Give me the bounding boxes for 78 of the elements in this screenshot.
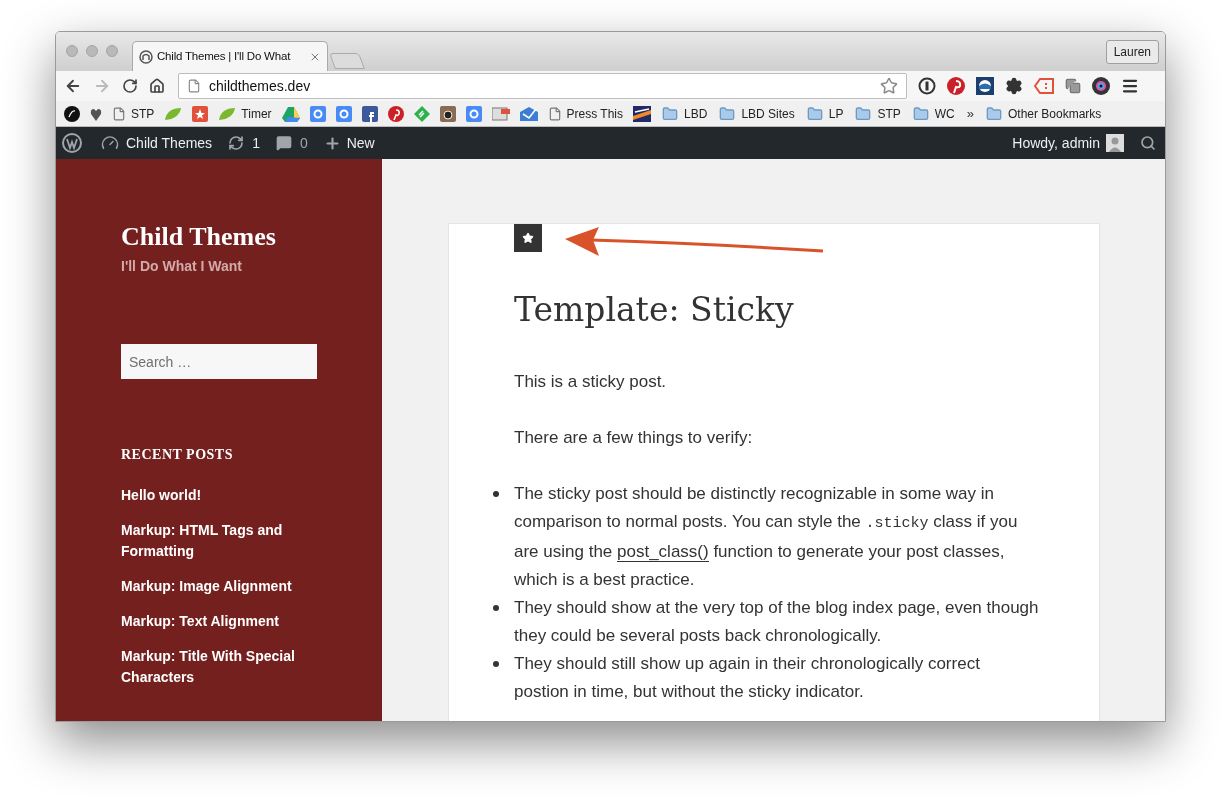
tag-icon[interactable] [1034, 78, 1054, 94]
comments-link[interactable]: 0 [275, 132, 308, 154]
bookmark-folder[interactable]: LBD [656, 104, 714, 123]
url-text: childthemes.dev [209, 76, 311, 96]
widget-heading: RECENT POSTS [121, 446, 234, 464]
page-icon [112, 106, 126, 121]
folder-icon [986, 105, 1002, 122]
reload-icon[interactable] [122, 78, 138, 94]
folder-icon [719, 105, 736, 122]
back-icon[interactable] [64, 77, 82, 95]
folder-icon [806, 105, 823, 122]
post-paragraph: There are a few things to verify: [514, 427, 754, 449]
leaf-icon[interactable] [164, 106, 183, 121]
more-bookmarks-button[interactable]: » [960, 103, 980, 124]
lens-icon[interactable] [1092, 77, 1110, 95]
bookmark-folder[interactable]: Other Bookmarks [980, 104, 1108, 123]
search-icon[interactable] [1140, 135, 1156, 151]
avatar-icon[interactable] [1106, 134, 1124, 152]
bookmark-star-icon[interactable] [880, 77, 898, 95]
circle-icon[interactable] [64, 105, 80, 122]
windows-icon[interactable] [1065, 78, 1081, 94]
settings-icon[interactable] [1005, 77, 1023, 95]
post-paragraph: This is a sticky post. [514, 371, 668, 393]
tab-title: Child Themes | I'll Do What [157, 48, 291, 64]
tile-icon[interactable] [465, 105, 482, 122]
dashboard-icon[interactable] [101, 134, 119, 152]
browser-tab[interactable]: Child Themes | I'll Do What [132, 41, 328, 71]
plus-icon [323, 134, 341, 152]
address-bar[interactable]: childthemes.dev [178, 73, 907, 99]
diamond-icon[interactable] [413, 105, 430, 122]
page-icon [547, 106, 562, 121]
recent-post-link[interactable]: Markup: HTML Tags and Formatting [121, 520, 311, 562]
bookmark-folder[interactable]: LP [800, 104, 850, 123]
site-logo-icon [139, 49, 153, 64]
triangle-icon[interactable] [281, 105, 300, 122]
folder-icon [855, 105, 872, 122]
recent-post-link[interactable]: Markup: Text Alignment [121, 611, 311, 632]
star-icon [522, 232, 534, 244]
bookmark-item[interactable]: STP [107, 104, 160, 123]
bookmark-item[interactable]: Press This [542, 104, 629, 123]
menu-icon[interactable] [1121, 77, 1139, 95]
site-title[interactable]: Child Themes [121, 221, 342, 253]
bookmark-folder[interactable]: LBD Sites [713, 104, 801, 123]
bookmark-folder[interactable]: STP [849, 104, 907, 123]
profile-button[interactable]: Lauren [1105, 39, 1159, 64]
new-link[interactable]: New [323, 132, 375, 154]
greeting-link[interactable]: Howdy, admin [1012, 132, 1100, 154]
camera-icon[interactable] [439, 105, 456, 122]
star-icon[interactable] [192, 105, 209, 122]
screen-icon[interactable] [491, 105, 510, 122]
tile-icon[interactable] [361, 105, 378, 122]
updates-link[interactable]: 1 [228, 132, 260, 154]
wordpress-logo-icon[interactable] [62, 133, 82, 153]
site-name-link[interactable]: Child Themes [126, 132, 213, 154]
list-item-text: They should show at the very top of the blog index page, even though they could be several posts back chronologically. [514, 597, 1039, 647]
recent-post-link[interactable]: Markup: Image Alignment [121, 576, 311, 597]
leaf-icon [218, 106, 237, 121]
home-icon[interactable] [149, 78, 165, 94]
tile-icon[interactable] [335, 105, 352, 122]
post-class-link[interactable]: post_class() [617, 542, 709, 562]
list-item-text: They should still show up again in their chronologically correct postion in time, but without the sticky indicator. [514, 653, 981, 703]
envelope-icon[interactable] [519, 105, 538, 122]
list-item-text: The sticky post should be distinctly recognizable in some way in comparison to normal posts. You can style the .sticky class if you are using the post_class() function to generate your post classes, which is a best practice. [514, 483, 1019, 591]
site-tagline: I'll Do What I Want [121, 257, 244, 276]
search-field[interactable]: Search … [121, 344, 317, 379]
tile-icon[interactable] [309, 105, 326, 122]
recent-post-link[interactable]: Markup: Title With Special Characters [121, 646, 311, 688]
wave-tile-icon[interactable] [976, 77, 994, 95]
folder-icon [662, 105, 679, 122]
post-title: Template: Sticky [514, 290, 795, 330]
bookmark-item[interactable]: Timer [213, 104, 277, 123]
page-icon [187, 79, 201, 93]
comment-icon [275, 135, 292, 151]
flag-icon[interactable] [633, 105, 652, 122]
refresh-icon [228, 135, 245, 151]
recent-post-link[interactable]: Hello world! [121, 485, 311, 506]
folder-icon [912, 105, 929, 122]
bookmark-folder[interactable]: WC [906, 104, 961, 123]
